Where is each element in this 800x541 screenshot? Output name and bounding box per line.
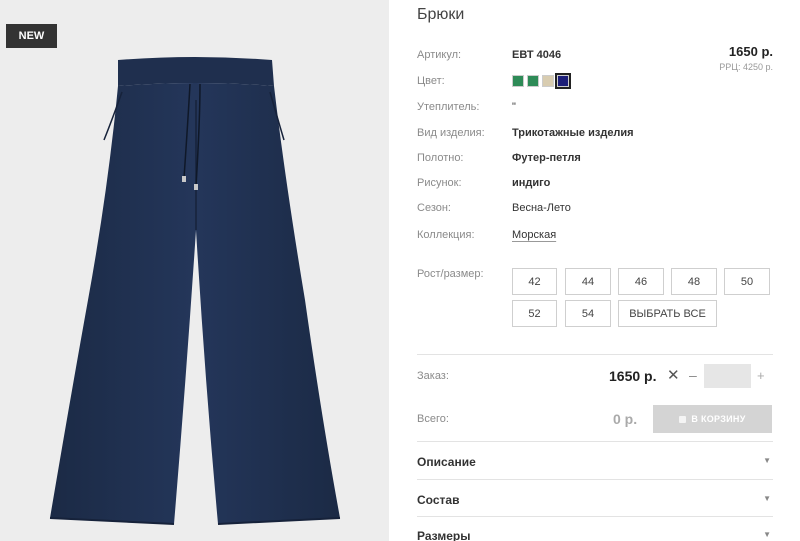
rrc-price: РРЦ: 4250 р. xyxy=(719,62,773,72)
sku-value: ЕВТ 4046 xyxy=(512,49,562,61)
increase-button[interactable]: + xyxy=(757,368,765,383)
product-title: Брюки xyxy=(417,6,465,23)
season-label: Сезон: xyxy=(417,202,451,214)
size-button[interactable]: 52 xyxy=(512,300,557,327)
product-photo[interactable]: NEW xyxy=(0,0,389,541)
cart-button-label: В КОРЗИНУ xyxy=(691,414,746,424)
type-value: Трикотажные изделия xyxy=(512,127,634,139)
chevron-down-icon[interactable]: ▼ xyxy=(763,456,771,465)
collection-label: Коллекция: xyxy=(417,229,475,241)
size-label: Рост/размер: xyxy=(417,268,484,280)
price: 1650 р. xyxy=(728,44,773,59)
order-label: Заказ: xyxy=(417,370,449,382)
new-badge: NEW xyxy=(6,24,57,48)
sku-label: Артикул: xyxy=(417,49,462,61)
collection-link[interactable]: Морская xyxy=(512,229,556,241)
pants-image xyxy=(49,57,341,525)
decrease-button[interactable]: – xyxy=(689,367,697,383)
size-button[interactable]: 42 xyxy=(512,268,557,295)
divider xyxy=(417,441,773,442)
size-button[interactable]: 46 xyxy=(618,268,664,295)
total-label: Всего: xyxy=(417,413,449,425)
color-swatch[interactable] xyxy=(527,75,539,87)
chevron-down-icon[interactable]: ▼ xyxy=(763,494,771,503)
color-swatches xyxy=(512,73,571,89)
quantity-input[interactable] xyxy=(704,364,751,388)
order-price: 1650 р. xyxy=(609,368,657,384)
chevron-down-icon[interactable]: ▼ xyxy=(763,530,771,539)
divider xyxy=(417,354,773,355)
divider xyxy=(417,516,773,517)
accordion-sizes[interactable]: Размеры xyxy=(417,529,470,541)
fabric-label: Полотно: xyxy=(417,152,464,164)
size-button[interactable]: 44 xyxy=(565,268,611,295)
insulation-value: " xyxy=(512,101,516,113)
color-swatch-selected[interactable] xyxy=(555,73,571,89)
size-button[interactable]: 54 xyxy=(565,300,611,327)
color-swatch[interactable] xyxy=(512,75,524,87)
divider xyxy=(417,479,773,480)
cart-icon xyxy=(679,415,687,423)
size-button[interactable]: 50 xyxy=(724,268,770,295)
season-value: Весна-Лето xyxy=(512,202,571,214)
accordion-description[interactable]: Описание xyxy=(417,455,476,469)
times-icon: ✕ xyxy=(667,367,680,384)
insulation-label: Утеплитель: xyxy=(417,101,480,113)
pattern-label: Рисунок: xyxy=(417,177,462,189)
select-all-button[interactable]: ВЫБРАТЬ ВСЕ xyxy=(618,300,717,327)
pattern-value: индиго xyxy=(512,177,551,189)
size-button[interactable]: 48 xyxy=(671,268,717,295)
fabric-value: Футер-петля xyxy=(512,152,581,164)
accordion-composition[interactable]: Состав xyxy=(417,493,459,507)
color-label: Цвет: xyxy=(417,75,445,87)
color-swatch[interactable] xyxy=(542,75,554,87)
total-value: 0 р. xyxy=(613,411,638,427)
type-label: Вид изделия: xyxy=(417,127,485,139)
add-to-cart-button[interactable]: В КОРЗИНУ xyxy=(653,405,772,433)
